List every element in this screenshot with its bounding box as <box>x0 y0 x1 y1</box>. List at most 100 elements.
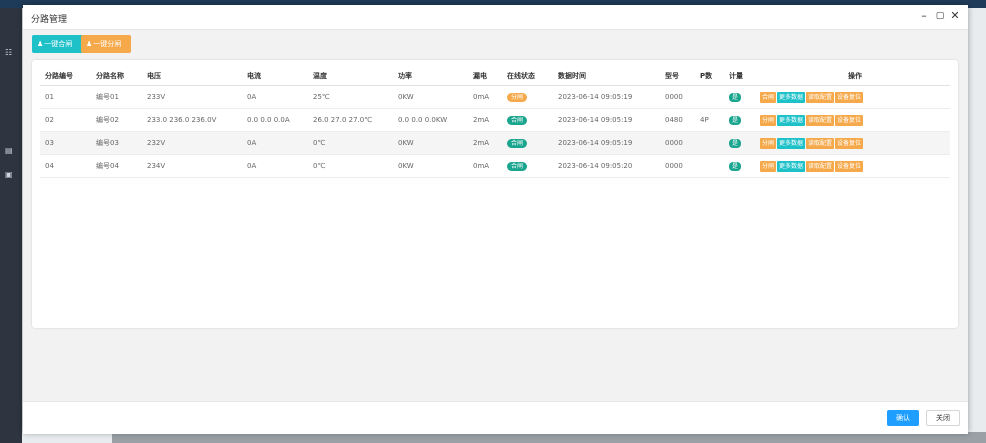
cell-temp: 25℃ <box>308 85 393 109</box>
cell-no: 02 <box>40 108 91 132</box>
cell-no: 04 <box>40 154 91 178</box>
open-all-button[interactable]: ♟一键分闸 <box>81 35 131 53</box>
col-header-current: 电流 <box>242 66 308 86</box>
more-data-button[interactable]: 更多数据 <box>777 137 806 149</box>
cell-leak: 2mA <box>468 108 502 132</box>
cell-p: 4P <box>695 108 724 132</box>
cell-current: 0A <box>242 131 308 155</box>
col-header-metering: 计量 <box>724 66 755 86</box>
cell-voltage: 234V <box>142 154 242 178</box>
read-config-button[interactable]: 读取配置 <box>806 91 835 103</box>
close-all-button[interactable]: ♟一键合闸 <box>32 35 85 53</box>
cell-time: 2023-06-14 09:05:19 <box>553 131 660 155</box>
branch-table: 分路编号 分路名称 电压 电流 温度 功率 漏电 在线状态 数据时间 型号 P数… <box>40 66 950 178</box>
chart-icon[interactable]: ▤ <box>5 146 17 155</box>
close-icon[interactable]: ✕ <box>949 10 961 22</box>
dialog-title: 分路管理 <box>31 15 68 25</box>
cell-current: 0A <box>242 85 308 109</box>
col-header-voltage: 电压 <box>142 66 242 86</box>
minimize-icon[interactable]: – <box>918 10 930 22</box>
cell-name: 编号04 <box>91 154 142 178</box>
metering-badge: 是 <box>729 161 741 171</box>
read-config-button[interactable]: 读取配置 <box>806 160 835 172</box>
cell-power: 0KW <box>393 154 468 178</box>
col-header-ops: 操作 <box>755 66 950 86</box>
table-row: 01 编号01 233V 0A 25℃ 0KW 0mA 分闸 2023-06-1… <box>40 85 950 109</box>
open-switch-button[interactable]: 分闸 <box>760 114 777 126</box>
cell-power: 0KW <box>393 131 468 155</box>
open-switch-button[interactable]: 分闸 <box>760 160 777 172</box>
metering-badge: 是 <box>729 115 741 125</box>
more-data-button[interactable]: 更多数据 <box>777 114 806 126</box>
more-data-button[interactable]: 更多数据 <box>777 160 806 172</box>
sitemap-icon[interactable]: ☷ <box>5 48 17 57</box>
app-sidebar: ☷ ▤ ▣ <box>0 8 22 443</box>
col-header-no: 分路编号 <box>40 66 91 86</box>
dialog-footer: 确认 关闭 <box>23 401 968 434</box>
col-header-status: 在线状态 <box>502 66 553 86</box>
col-header-model: 型号 <box>660 66 695 86</box>
col-header-name: 分路名称 <box>91 66 142 86</box>
cell-temp: 26.0 27.0 27.0℃ <box>308 108 393 132</box>
cell-no: 03 <box>40 131 91 155</box>
status-badge: 合闸 <box>507 138 528 148</box>
status-badge: 合闸 <box>507 115 528 125</box>
dialog-header: 分路管理 – ▢ ✕ <box>23 5 968 30</box>
user-icon: ♟ <box>37 40 44 48</box>
cell-power: 0.0 0.0 0.0KW <box>393 108 468 132</box>
status-badge: 合闸 <box>507 161 528 171</box>
branch-management-dialog: 分路管理 – ▢ ✕ ♟一键合闸 ♟一键分闸 分路编号 分路名称 电压 电流 温… <box>23 5 968 434</box>
col-header-leak: 漏电 <box>468 66 502 86</box>
cell-leak: 2mA <box>468 131 502 155</box>
col-header-power: 功率 <box>393 66 468 86</box>
device-reset-button[interactable]: 设备复位 <box>835 91 864 103</box>
cell-name: 编号03 <box>91 131 142 155</box>
device-reset-button[interactable]: 设备复位 <box>835 114 864 126</box>
table-header-row: 分路编号 分路名称 电压 电流 温度 功率 漏电 在线状态 数据时间 型号 P数… <box>40 66 950 86</box>
cell-p <box>695 154 724 178</box>
maximize-icon[interactable]: ▢ <box>934 10 946 22</box>
confirm-button[interactable]: 确认 <box>887 410 919 426</box>
open-switch-button[interactable]: 分闸 <box>760 137 777 149</box>
user-icon: ♟ <box>86 40 93 48</box>
read-config-button[interactable]: 读取配置 <box>806 114 835 126</box>
cell-time: 2023-06-14 09:05:20 <box>553 154 660 178</box>
cell-p <box>695 85 724 109</box>
cell-voltage: 233.0 236.0 236.0V <box>142 108 242 132</box>
cell-temp: 0℃ <box>308 154 393 178</box>
cell-name: 编号01 <box>91 85 142 109</box>
cell-model: 0000 <box>660 154 695 178</box>
cell-leak: 0mA <box>468 85 502 109</box>
cell-time: 2023-06-14 09:05:19 <box>553 108 660 132</box>
cell-no: 01 <box>40 85 91 109</box>
col-header-temp: 温度 <box>308 66 393 86</box>
cell-p <box>695 131 724 155</box>
cell-voltage: 232V <box>142 131 242 155</box>
cell-leak: 0mA <box>468 154 502 178</box>
cell-current: 0.0 0.0 0.0A <box>242 108 308 132</box>
close-switch-button[interactable]: 合闸 <box>760 91 777 103</box>
status-badge: 分闸 <box>507 92 528 102</box>
read-config-button[interactable]: 读取配置 <box>806 137 835 149</box>
cell-model: 0000 <box>660 131 695 155</box>
card-icon[interactable]: ▣ <box>5 170 17 179</box>
col-header-time: 数据时间 <box>553 66 660 86</box>
cell-current: 0A <box>242 154 308 178</box>
table-row: 04 编号04 234V 0A 0℃ 0KW 0mA 合闸 2023-06-14… <box>40 154 950 178</box>
metering-badge: 是 <box>729 92 741 102</box>
table-row: 02 编号02 233.0 236.0 236.0V 0.0 0.0 0.0A … <box>40 108 950 132</box>
cell-power: 0KW <box>393 85 468 109</box>
close-button[interactable]: 关闭 <box>926 410 960 426</box>
cell-model: 0480 <box>660 108 695 132</box>
cell-time: 2023-06-14 09:05:19 <box>553 85 660 109</box>
device-reset-button[interactable]: 设备复位 <box>835 160 864 172</box>
device-reset-button[interactable]: 设备复位 <box>835 137 864 149</box>
cell-temp: 0℃ <box>308 131 393 155</box>
metering-badge: 是 <box>729 138 741 148</box>
cell-model: 0000 <box>660 85 695 109</box>
table-panel: 分路编号 分路名称 电压 电流 温度 功率 漏电 在线状态 数据时间 型号 P数… <box>32 60 958 328</box>
cell-voltage: 233V <box>142 85 242 109</box>
more-data-button[interactable]: 更多数据 <box>777 91 806 103</box>
col-header-p: P数 <box>695 66 724 86</box>
cell-name: 编号02 <box>91 108 142 132</box>
